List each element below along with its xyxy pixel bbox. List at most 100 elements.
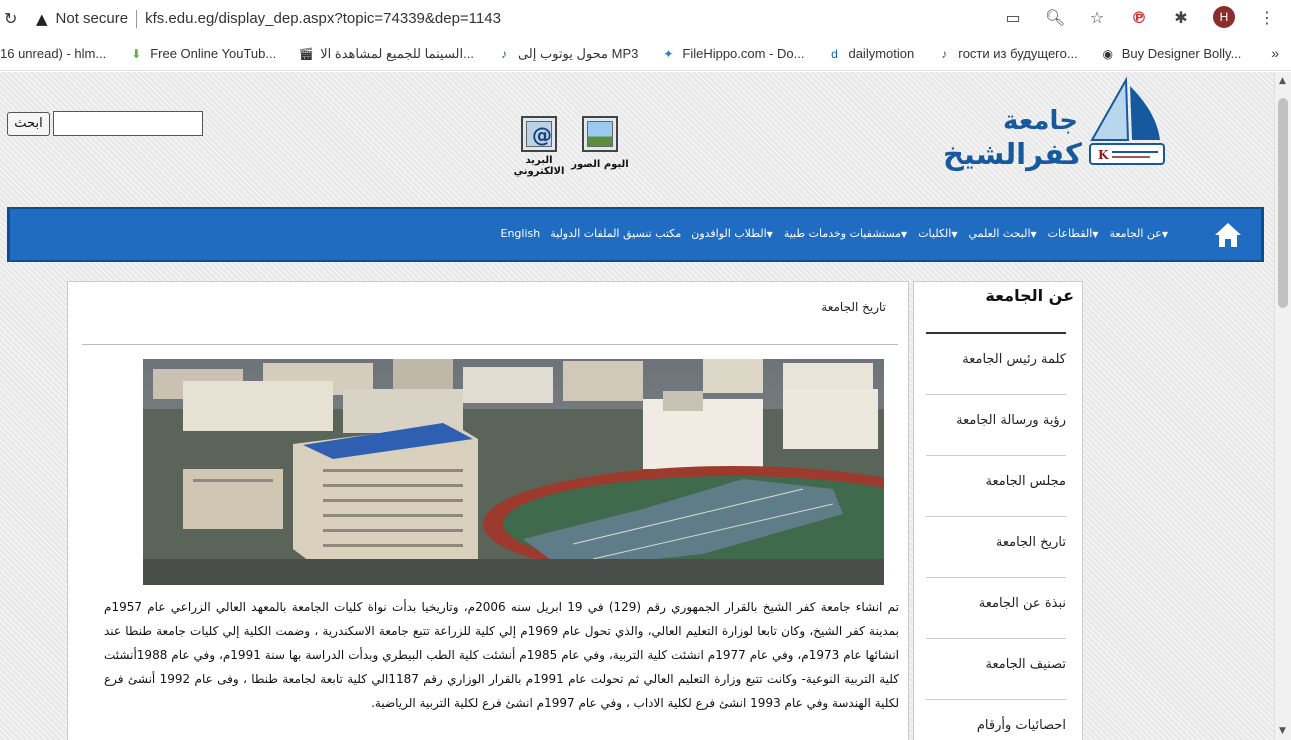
avatar[interactable]: H [1213, 6, 1235, 28]
page-content: ابحث البريد الالكتروني البوم الصور جامعة… [0, 72, 1274, 740]
title-divider [82, 344, 898, 345]
bookmarks-bar: 16 unread) - hlm... ⬇ Free Online YouTub..… [0, 37, 1291, 71]
nav-item-label: البحث العلمي [968, 227, 1031, 240]
sidebar-divider [926, 577, 1066, 578]
bookmark-item[interactable]: d dailymotion [826, 46, 914, 61]
nav-item-label: عن الجامعة [1109, 227, 1162, 240]
history-paragraph: تم انشاء جامعة كفر الشيخ بالقرار الجمهور… [104, 600, 899, 710]
caret-down-icon: ▼ [1092, 230, 1099, 239]
bookmark-item[interactable]: ✦ FileHippo.com - Do... [660, 46, 804, 61]
download-icon: ⬇ [131, 46, 142, 61]
address-bar: ↻ ▲ Not secure kfs.edu.eg/display_dep.as… [0, 0, 1291, 37]
bookmarks-more-button[interactable]: » [1271, 45, 1279, 61]
bookmark-label: السينما للجميع لمشاهدة الا... [320, 45, 474, 61]
sidebar-item[interactable]: نبذة عن الجامعة [926, 596, 1066, 611]
campus-photo [143, 359, 884, 585]
url-field[interactable]: kfs.edu.eg/display_dep.aspx?topic=74339&… [145, 10, 501, 27]
bookmark-label: Buy Designer Bolly... [1121, 46, 1242, 61]
nav-item-label: English [500, 227, 541, 240]
search-input[interactable] [53, 111, 203, 136]
divider [136, 9, 138, 28]
photo-album-label[interactable]: البوم الصور [568, 159, 632, 170]
bookmark-label: FileHippo.com - Do... [682, 46, 805, 61]
sidebar-item[interactable]: كلمة رئيس الجامعة [926, 352, 1066, 367]
caret-down-icon: ▼ [901, 230, 908, 239]
mp3-icon: ♪ [941, 46, 948, 61]
nav-item[interactable]: English [501, 227, 541, 240]
bookmark-item[interactable]: 16 unread) - hlm... [0, 46, 106, 61]
nav-item[interactable]: الكليات▼ [918, 227, 958, 240]
nav-item-label: مكتب تنسيق الملفات الدولية [550, 227, 682, 240]
sidebar-title: عن الجامعة [985, 286, 1074, 305]
zoom-icon[interactable]: 🔍︎ [1045, 8, 1065, 27]
sidebar-divider [926, 699, 1066, 700]
caret-down-icon: ▼ [951, 230, 958, 239]
extensions-icon[interactable]: ✱ [1171, 8, 1191, 27]
bookmark-item[interactable]: ⬇ Free Online YouTub... [128, 46, 276, 61]
sidebar-item[interactable]: تاريخ الجامعة [926, 535, 1066, 550]
bookmark-label: гости из будущего... [958, 46, 1078, 61]
nav-item[interactable]: عن الجامعة▼ [1109, 227, 1169, 240]
reload-partial-icon[interactable]: ↻ [0, 9, 17, 28]
bookmark-star-icon[interactable]: ☆ [1087, 8, 1107, 27]
home-icon[interactable] [1213, 221, 1243, 249]
sidebar-item[interactable]: رؤية ورسالة الجامعة [926, 413, 1066, 428]
caret-down-icon: ▼ [1030, 230, 1037, 239]
sidebar-title-divider [926, 332, 1066, 334]
pinterest-icon[interactable]: ℗ [1129, 8, 1149, 27]
university-logo-icon[interactable]: K [1080, 76, 1172, 172]
photo-album-icon[interactable] [582, 116, 618, 152]
sidebar-divider [926, 638, 1066, 639]
bookmark-item[interactable]: ♪ محول يوتوب إلى MP3 [496, 46, 638, 62]
nav-item[interactable]: البحث العلمي▼ [969, 227, 1038, 240]
globe-icon: ◉ [1102, 46, 1113, 61]
page-title: تاريخ الجامعة [821, 300, 886, 314]
warning-icon[interactable]: ▲ [36, 10, 48, 28]
bookmark-label: dailymotion [848, 46, 915, 61]
sidebar-divider [926, 455, 1066, 456]
sidebar-item[interactable]: تصنيف الجامعة [926, 657, 1066, 672]
mail-icon[interactable] [521, 116, 557, 152]
caret-down-icon: ▼ [766, 230, 773, 239]
security-label[interactable]: Not secure [56, 10, 129, 27]
mail-label[interactable]: البريد الالكتروني [512, 155, 566, 177]
sidebar: عن الجامعة كلمة رئيس الجامعة رؤية ورسالة … [913, 281, 1083, 740]
nav-item[interactable]: مكتب تنسيق الملفات الدولية [550, 227, 681, 240]
bookmark-label: 16 unread) - hlm... [0, 46, 107, 61]
filehippo-icon: ✦ [663, 46, 674, 61]
sidebar-divider [926, 394, 1066, 395]
dailymotion-icon: d [831, 46, 838, 61]
cast-icon[interactable]: ▭ [1003, 8, 1023, 27]
bookmark-label: محول يوتوب إلى MP3 [517, 45, 639, 61]
nav-item-label: مستشفيات وخدمات طبية [783, 227, 902, 240]
svg-text:K: K [1098, 148, 1109, 162]
sidebar-item[interactable]: احصائيات وأرقام [926, 718, 1066, 733]
sidebar-item[interactable]: مجلس الجامعة [926, 474, 1067, 489]
nav-item[interactable]: القطاعات▼ [1048, 227, 1100, 240]
bookmark-label: Free Online YouTub... [150, 46, 277, 61]
university-logo-text[interactable]: جامعة كفرالشيخ [943, 105, 1082, 171]
bookmark-item[interactable]: 🎬︎ السينما للجميع لمشاهدة الا... [298, 46, 474, 62]
bookmark-item[interactable]: ♪ гости из будущего... [936, 46, 1077, 61]
scroll-down-icon[interactable]: ▼ [1279, 726, 1286, 736]
mp3-icon: ♪ [500, 46, 507, 61]
nav-item-label: الطلاب الوافدون [691, 227, 767, 240]
scrollbar-thumb[interactable] [1278, 98, 1288, 308]
sidebar-divider [926, 516, 1066, 517]
main-content: تاريخ الجامعة تم انشاء جامعة كفر الشيخ ب… [67, 281, 909, 740]
bookmark-item[interactable]: ◉ Buy Designer Bolly... [1100, 46, 1242, 61]
nav-item[interactable]: الطلاب الوافدون▼ [691, 227, 774, 240]
nav-items: عن الجامعة▼ القطاعات▼ البحث العلمي▼ الكليات… [501, 227, 1170, 240]
nav-item-label: الكليات [918, 227, 952, 240]
caret-down-icon: ▼ [1161, 230, 1168, 239]
clapper-icon: 🎬︎ [298, 46, 314, 61]
logo-line1: جامعة [1002, 106, 1078, 136]
scroll-up-icon[interactable]: ▲ [1279, 76, 1286, 86]
menu-icon[interactable]: ⋮ [1257, 8, 1277, 27]
main-navbar: عن الجامعة▼ القطاعات▼ البحث العلمي▼ الكليات… [7, 207, 1264, 262]
search-button[interactable]: ابحث [7, 112, 50, 136]
logo-line2: كفرالشيخ [943, 137, 1082, 171]
page-scrollbar[interactable]: ▲ ▼ [1274, 72, 1291, 740]
nav-item[interactable]: مستشفيات وخدمات طبية▼ [784, 227, 908, 240]
address-bar-icons: ▭ 🔍︎ ☆ ℗ ✱ H ⋮ [1003, 6, 1277, 28]
